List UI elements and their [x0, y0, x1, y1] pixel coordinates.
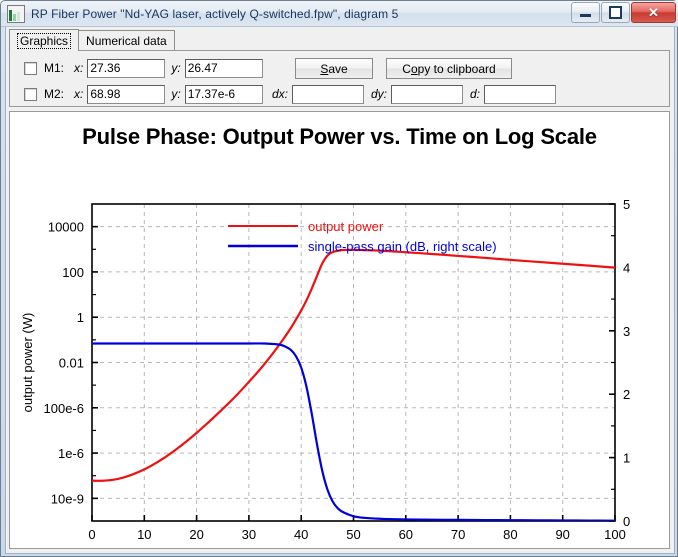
restore-button[interactable] — [601, 2, 630, 23]
delta-x-label: dx: — [272, 87, 289, 101]
save-rest: ave — [328, 61, 348, 76]
marker-m2-x-label: x: — [74, 87, 84, 101]
tab-graphics-label: Graphics — [17, 32, 72, 49]
marker-m1-y-input[interactable] — [184, 58, 263, 78]
svg-text:output power (W): output power (W) — [20, 313, 35, 413]
svg-text:10: 10 — [137, 527, 151, 542]
distance-input[interactable] — [484, 84, 557, 104]
svg-text:100: 100 — [62, 265, 84, 280]
copy-button-label: Copy to clipboard — [402, 61, 496, 76]
marker-m1-label: M1: — [44, 61, 65, 75]
distance-group: d: — [470, 84, 557, 104]
marker-m1-x-label: x: — [74, 61, 84, 75]
restore-icon — [602, 3, 629, 22]
delta-x-input[interactable] — [292, 84, 365, 104]
minimize-button[interactable] — [571, 2, 600, 23]
delta-y-group: dy: — [371, 84, 464, 104]
svg-text:3: 3 — [623, 324, 630, 339]
svg-text:output power: output power — [308, 219, 384, 234]
marker-controls-panel: M1: x: y: M2: x: y: Save Copy to clipboa… — [9, 50, 670, 107]
delta-x-group: dx: — [272, 84, 365, 104]
window-title: RP Fiber Power "Nd-YAG laser, actively Q… — [31, 6, 399, 21]
caption-buttons: ✕ — [570, 2, 676, 23]
chart-plot[interactable]: 10000 100 1 0.01 100e-6 1e-6 10e-9 0 1 2 3 4 50 10 20 3… — [10, 112, 670, 549]
diagram-panel: Pulse Phase: Output Power vs. Time on Lo… — [9, 111, 670, 549]
svg-text:100e-6: 100e-6 — [44, 401, 84, 416]
svg-text:100: 100 — [604, 527, 626, 542]
svg-text:0.01: 0.01 — [59, 356, 84, 371]
tab-numerical-data-label: Numerical data — [86, 34, 167, 48]
svg-text:5: 5 — [623, 197, 630, 212]
copy-accel: o — [410, 61, 418, 76]
save-button[interactable]: Save — [295, 58, 373, 79]
application-window: RP Fiber Power "Nd-YAG laser, actively Q… — [0, 0, 678, 557]
marker-m2-y-input[interactable] — [184, 84, 263, 104]
marker-m2-label: M2: — [44, 87, 65, 101]
svg-text:4: 4 — [623, 260, 630, 275]
delta-y-input[interactable] — [391, 84, 464, 104]
marker-m1-checkbox[interactable] — [24, 61, 37, 75]
marker-row-m1: M1: x: y: — [24, 58, 263, 78]
svg-text:80: 80 — [503, 527, 517, 542]
close-icon: ✕ — [648, 4, 659, 20]
marker-m1-y-label: y: — [171, 61, 181, 75]
marker-row-m2: M2: x: y: — [24, 84, 263, 104]
svg-text:10e-9: 10e-9 — [51, 491, 84, 506]
svg-text:90: 90 — [555, 527, 569, 542]
marker-m2-y-label: y: — [171, 87, 181, 101]
svg-text:single-pass gain (dB, right sc: single-pass gain (dB, right scale) — [308, 239, 497, 254]
tab-strip: Graphics Numerical data — [9, 29, 175, 51]
app-icon — [7, 4, 25, 23]
svg-text:1: 1 — [77, 310, 84, 325]
svg-text:60: 60 — [399, 527, 413, 542]
svg-text:50: 50 — [346, 527, 360, 542]
svg-text:30: 30 — [242, 527, 256, 542]
svg-text:1: 1 — [623, 451, 630, 466]
delta-y-label: dy: — [371, 87, 388, 101]
title-bar: RP Fiber Power "Nd-YAG laser, actively Q… — [1, 1, 678, 27]
svg-text:2: 2 — [623, 387, 630, 402]
tab-numerical-data[interactable]: Numerical data — [78, 30, 175, 51]
svg-text:70: 70 — [451, 527, 465, 542]
marker-m2-x-input[interactable] — [87, 84, 166, 104]
marker-m1-x-input[interactable] — [87, 58, 166, 78]
svg-text:1e-6: 1e-6 — [58, 446, 84, 461]
distance-label: d: — [470, 87, 481, 101]
svg-text:40: 40 — [294, 527, 308, 542]
minimize-icon — [572, 3, 599, 22]
copy-to-clipboard-button[interactable]: Copy to clipboard — [386, 58, 512, 79]
save-button-label: Save — [320, 62, 347, 76]
close-button[interactable]: ✕ — [631, 2, 676, 23]
tab-graphics[interactable]: Graphics — [9, 29, 80, 51]
svg-text:0: 0 — [88, 527, 95, 542]
client-area: Graphics Numerical data M1: x: y: M2: x: — [5, 27, 675, 554]
svg-text:10000: 10000 — [48, 220, 84, 235]
svg-text:20: 20 — [189, 527, 203, 542]
marker-m2-checkbox[interactable] — [24, 87, 37, 101]
